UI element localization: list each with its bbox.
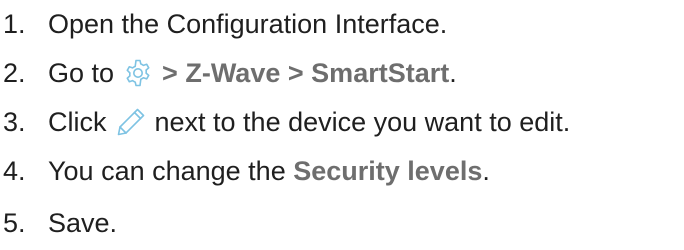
step-1: 1. Open the Configuration Interface. xyxy=(0,4,447,44)
step-text-prefix: Go to xyxy=(48,58,115,88)
step-text-suffix: . xyxy=(449,58,457,88)
step-text: Save. xyxy=(48,208,118,238)
step-4: 4. You can change the Security levels. xyxy=(0,151,490,191)
step-text-suffix: . xyxy=(482,156,490,186)
menu-ref-security-levels: Security levels xyxy=(293,156,483,186)
step-number: 1. xyxy=(3,9,26,39)
step-number: 2. xyxy=(3,58,26,88)
breadcrumb-separator: > xyxy=(162,58,178,88)
step-text: Open the Configuration Interface. xyxy=(48,9,448,39)
step-number: 4. xyxy=(3,156,26,186)
step-text-prefix: Click xyxy=(48,107,107,137)
step-text-prefix: You can change the xyxy=(48,156,286,186)
step-number: 5. xyxy=(3,208,26,238)
breadcrumb-separator: > xyxy=(287,58,304,88)
menu-ref-smartstart: SmartStart xyxy=(311,58,450,88)
menu-ref-zwave: Z-Wave xyxy=(185,58,281,88)
step-5: 5. Save. xyxy=(0,203,117,243)
step-number: 3. xyxy=(3,107,26,137)
pencil-icon xyxy=(115,106,147,138)
step-2: 2. Go to > Z-Wave > SmartStart. xyxy=(0,53,457,93)
step-3: 3. Click next to the device you want to … xyxy=(0,102,570,142)
gear-icon xyxy=(122,57,154,89)
step-text-suffix: next to the device you want to edit. xyxy=(154,107,571,137)
